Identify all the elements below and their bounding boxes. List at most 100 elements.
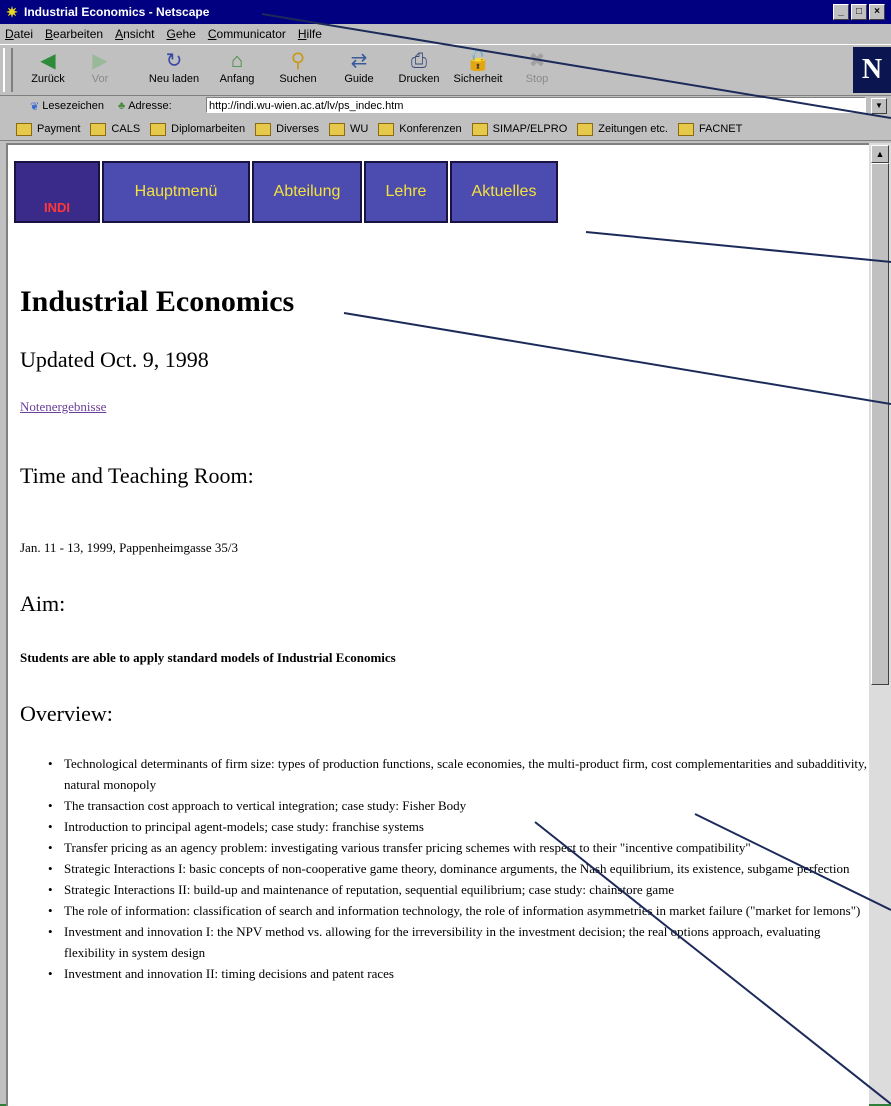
menu-bar: Datei Bearbeiten Ansicht Gehe Communicat…: [0, 24, 891, 43]
bookmark-folder-diverses[interactable]: Diverses: [255, 122, 319, 136]
lock-icon: 🔓: [465, 50, 491, 72]
personal-toolbar: Payment CALS Diplomarbeiten Diverses WU …: [0, 118, 891, 141]
guide-button[interactable]: ⇄ Guide: [333, 49, 385, 91]
search-button[interactable]: ⚲ Suchen: [272, 49, 324, 91]
bookmark-folder-label: Diplomarbeiten: [171, 123, 246, 135]
menu-ansicht[interactable]: Ansicht: [115, 27, 154, 41]
bookmark-folder-label: SIMAP/ELPRO: [492, 123, 568, 135]
updated-date: Updated Oct. 9, 1998: [20, 347, 209, 372]
address-input[interactable]: http://indi.wu-wien.ac.at/lv/ps_indec.ht…: [206, 97, 866, 113]
folder-icon: [150, 122, 167, 136]
address-label: Adresse:: [128, 100, 172, 112]
search-button-label: Suchen: [279, 73, 317, 85]
print-icon: ⎙: [411, 50, 427, 72]
folder-icon: [16, 122, 32, 136]
bookmark-folder-zeitungen[interactable]: Zeitungen etc.: [577, 122, 668, 136]
nav-hauptmenu[interactable]: Hauptmenü: [102, 161, 250, 223]
list-item: Investment and innovation II: timing dec…: [48, 963, 869, 984]
bookmark-folder-konferenzen[interactable]: Konferenzen: [378, 122, 462, 136]
home-icon: ⌂: [230, 50, 244, 72]
bookmark-folder-label: Payment: [37, 123, 81, 135]
aim-text: Students are able to apply standard mode…: [20, 650, 396, 665]
nav-aktuelles[interactable]: Aktuelles: [450, 161, 558, 223]
bookmarks-button[interactable]: ❦ Lesezeichen: [30, 100, 104, 113]
scroll-up-button[interactable]: ▲: [871, 145, 889, 163]
print-button-label: Drucken: [398, 73, 440, 85]
bookmark-folder-simap-elpro[interactable]: SIMAP/ELPRO: [471, 122, 568, 136]
menu-bearbeiten[interactable]: Bearbeiten: [45, 27, 103, 41]
bookmark-folder-label: CALS: [111, 123, 141, 135]
close-button[interactable]: ×: [869, 4, 885, 20]
bookmark-folder-wu[interactable]: WU: [328, 122, 369, 136]
bookmark-folder-label: Diverses: [276, 123, 319, 135]
netscape-app-icon: ✷: [6, 4, 18, 20]
toolbar-grip[interactable]: [3, 48, 13, 92]
print-button[interactable]: ⎙ Drucken: [393, 49, 445, 91]
bookmark-folder-payment[interactable]: Payment: [16, 122, 81, 136]
bookmark-folder-cals[interactable]: CALS: [90, 122, 141, 136]
time-heading: Time and Teaching Room:: [20, 463, 254, 488]
nav-lehre[interactable]: Lehre: [364, 161, 448, 223]
bookmark-folder-label: Konferenzen: [399, 123, 462, 135]
list-item: Technological determinants of firm size:…: [48, 753, 869, 795]
maximize-button[interactable]: □: [851, 4, 867, 20]
bookmark-folder-label: FACNET: [698, 123, 743, 135]
home-button[interactable]: ⌂ Anfang: [211, 49, 263, 91]
guide-button-label: Guide: [344, 73, 374, 85]
bookmark-folder-label: Zeitungen etc.: [598, 123, 668, 135]
folder-icon: [471, 122, 488, 136]
address-dropdown-button[interactable]: ▼: [871, 98, 887, 114]
title-bar: ✷ Industrial Economics - Netscape _ □ ×: [0, 0, 891, 24]
bookmark-icon: ❦: [30, 100, 40, 113]
reload-icon: ↻: [165, 50, 183, 72]
list-item: Introduction to principal agent-models; …: [48, 816, 869, 837]
menu-hilfe[interactable]: Hilfe: [298, 27, 322, 41]
back-arrow-icon: ◀: [40, 50, 56, 72]
forward-button[interactable]: ▶ Vor: [74, 49, 126, 91]
notenergebnisse-link[interactable]: Notenergebnisse: [20, 399, 106, 415]
site-navigation: INDI Hauptmenü Abteilung Lehre Aktuelles: [14, 161, 558, 223]
folder-icon: [677, 122, 694, 136]
forward-arrow-icon: ▶: [92, 50, 108, 72]
stop-button-label: Stop: [525, 73, 549, 85]
bookmark-folder-diplomarbeiten[interactable]: Diplomarbeiten: [150, 122, 246, 136]
window-title: Industrial Economics - Netscape: [24, 5, 210, 19]
stop-icon: ✖: [528, 50, 546, 72]
list-item: Investment and innovation I: the NPV met…: [48, 921, 869, 963]
reload-button[interactable]: ↻ Neu laden: [148, 49, 200, 91]
page-proxy-icon[interactable]: ♣: [118, 100, 125, 112]
folder-icon: [90, 122, 107, 136]
window-controls: _ □ ×: [833, 4, 885, 20]
vertical-scrollbar[interactable]: ▲: [869, 143, 891, 1104]
location-toolbar: ❦ Lesezeichen ♣ Adresse: http://indi.wu-…: [0, 95, 891, 117]
list-item: The role of information: classification …: [48, 900, 869, 921]
list-item: Transfer pricing as an agency problem: i…: [48, 837, 869, 858]
folder-icon: [378, 122, 395, 136]
list-item: The transaction cost approach to vertica…: [48, 795, 869, 816]
page-title: Industrial Economics: [20, 285, 295, 318]
menu-gehe[interactable]: Gehe: [166, 27, 195, 41]
nav-abteilung[interactable]: Abteilung: [252, 161, 362, 223]
folder-icon: [328, 122, 345, 136]
back-button-label: Zurück: [31, 73, 65, 85]
navigation-toolbar: ◀ Zurück ▶ Vor ↻ Neu laden ⌂ Anfang ⚲ Su…: [0, 44, 891, 96]
indi-logo[interactable]: INDI: [14, 161, 100, 223]
folder-icon: [255, 122, 272, 136]
netscape-logo[interactable]: N: [853, 47, 891, 93]
menu-communicator[interactable]: Communicator: [208, 27, 286, 41]
security-button[interactable]: 🔓 Sicherheit: [452, 49, 504, 91]
list-item: Strategic Interactions II: build-up and …: [48, 879, 869, 900]
stop-button[interactable]: ✖ Stop: [511, 49, 563, 91]
browser-window: ✷ Industrial Economics - Netscape _ □ × …: [0, 0, 891, 1106]
minimize-button[interactable]: _: [833, 4, 849, 20]
search-icon: ⚲: [290, 50, 306, 72]
menu-datei[interactable]: Datei: [5, 27, 33, 41]
security-button-label: Sicherheit: [453, 73, 503, 85]
bookmark-folder-label: WU: [349, 123, 369, 135]
page-content: INDI Hauptmenü Abteilung Lehre Aktuelles…: [6, 143, 869, 1106]
back-button[interactable]: ◀ Zurück: [22, 49, 74, 91]
bookmark-folder-facnet[interactable]: FACNET: [677, 122, 743, 136]
scrollbar-thumb[interactable]: [871, 163, 889, 685]
time-text: Jan. 11 - 13, 1999, Pappenheimgasse 35/3: [20, 540, 238, 555]
folder-icon: [577, 122, 594, 136]
